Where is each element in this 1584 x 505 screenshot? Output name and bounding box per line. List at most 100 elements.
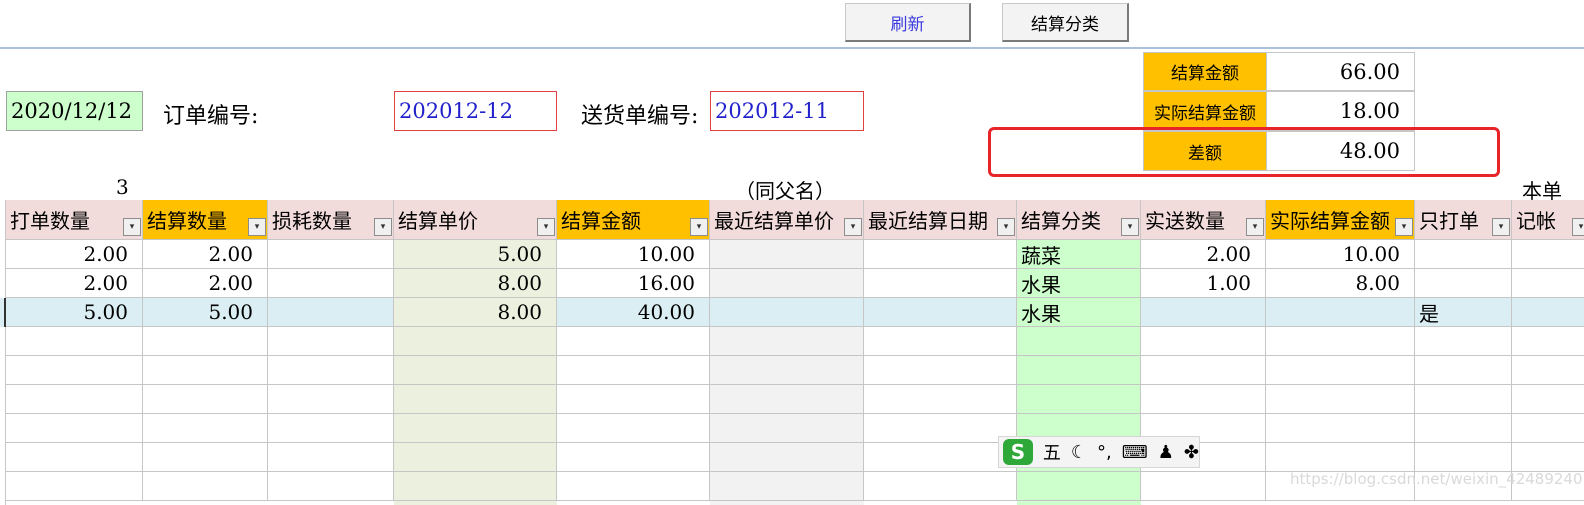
cell-delivered-qty[interactable]: [1141, 298, 1266, 327]
filter-dropdown-icon[interactable]: ▾: [1121, 218, 1139, 236]
cell-recent-date[interactable]: [864, 414, 1017, 443]
cell-bookkeeping[interactable]: [1512, 443, 1584, 472]
cell-print-qty[interactable]: [6, 356, 143, 385]
cell-settle-category[interactable]: [1017, 472, 1141, 501]
cell-settle-price[interactable]: 8.00: [394, 298, 557, 327]
cell-settle-amount[interactable]: 16.00: [557, 269, 710, 298]
user-icon[interactable]: ♟: [1158, 442, 1174, 463]
cell-settle-qty[interactable]: 2.00: [143, 269, 268, 298]
cell-delivered-qty[interactable]: [1141, 472, 1266, 501]
keyboard-icon[interactable]: ⌨: [1122, 442, 1148, 463]
cell-loss-qty[interactable]: [268, 385, 394, 414]
cell-actual-amount[interactable]: 10.00: [1266, 240, 1415, 269]
filter-dropdown-icon[interactable]: ▾: [248, 218, 266, 236]
cell-settle-category[interactable]: 水果: [1017, 269, 1141, 298]
punctuation-icon[interactable]: °,: [1097, 442, 1112, 463]
cell-recent-price[interactable]: [710, 443, 864, 472]
header-recent-date[interactable]: 最近结算日期: [864, 200, 1017, 240]
cell-delivered-qty[interactable]: 1.00: [1141, 269, 1266, 298]
filter-dropdown-icon[interactable]: ▾: [844, 218, 862, 236]
ime-mode-label[interactable]: 五: [1043, 439, 1061, 465]
cell-bookkeeping[interactable]: [1512, 385, 1584, 414]
cell-actual-amount[interactable]: [1266, 298, 1415, 327]
header-recent-price[interactable]: 最近结算单价: [710, 200, 864, 240]
cell-recent-price[interactable]: [710, 269, 864, 298]
cell-print-qty[interactable]: [6, 385, 143, 414]
cell-print-qty[interactable]: [6, 443, 143, 472]
cell-bookkeeping[interactable]: [1512, 414, 1584, 443]
cell-settle-amount[interactable]: 10.00: [557, 240, 710, 269]
cell-print-only[interactable]: [1415, 240, 1512, 269]
cell-settle-category[interactable]: [1017, 385, 1141, 414]
cell-print-qty[interactable]: 5.00: [6, 298, 143, 327]
cell-print-only[interactable]: [1415, 269, 1512, 298]
cell-loss-qty[interactable]: [268, 327, 394, 356]
cell-settle-amount[interactable]: [557, 327, 710, 356]
order-no-field[interactable]: 202012-12: [394, 91, 557, 131]
cell-bookkeeping[interactable]: [1512, 298, 1584, 327]
filter-dropdown-icon[interactable]: ▾: [690, 218, 708, 236]
header-actual-amount[interactable]: 实际结算金额: [1266, 200, 1415, 240]
header-settle-amount[interactable]: 结算金额: [557, 200, 710, 240]
cell-settle-price[interactable]: 8.00: [394, 269, 557, 298]
cell-print-only[interactable]: [1415, 414, 1512, 443]
cell-delivered-qty[interactable]: 2.00: [1141, 240, 1266, 269]
cell-print-qty[interactable]: [6, 472, 143, 501]
cell-settle-qty[interactable]: [143, 327, 268, 356]
filter-dropdown-icon[interactable]: ▾: [1572, 218, 1584, 236]
cell-print-only[interactable]: [1415, 443, 1512, 472]
cell-settle-amount[interactable]: [557, 414, 710, 443]
cell-settle-price[interactable]: [394, 327, 557, 356]
cell-print-only[interactable]: 是: [1415, 298, 1512, 327]
cell-settle-qty[interactable]: [143, 472, 268, 501]
cell-print-only[interactable]: [1415, 385, 1512, 414]
cell-settle-price[interactable]: [394, 472, 557, 501]
cell-print-qty[interactable]: [6, 327, 143, 356]
cell-bookkeeping[interactable]: [1512, 240, 1584, 269]
cell-settle-price[interactable]: 5.00: [394, 240, 557, 269]
cell-settle-qty[interactable]: 5.00: [143, 298, 268, 327]
cell-delivered-qty[interactable]: [1141, 327, 1266, 356]
cell-actual-amount[interactable]: [1266, 327, 1415, 356]
ime-logo-icon[interactable]: S: [1003, 439, 1033, 465]
cell-bookkeeping[interactable]: [1512, 327, 1584, 356]
header-settle-price[interactable]: 结算单价: [394, 200, 557, 240]
cell-print-qty[interactable]: [6, 414, 143, 443]
cell-settle-category[interactable]: 水果: [1017, 298, 1141, 327]
cell-recent-price[interactable]: [710, 298, 864, 327]
classify-button[interactable]: 结算分类: [1002, 3, 1129, 42]
grid-icon[interactable]: ✤: [1184, 442, 1199, 463]
cell-settle-qty[interactable]: [143, 443, 268, 472]
date-field[interactable]: 2020/12/12: [6, 91, 143, 131]
cell-settle-qty[interactable]: [143, 414, 268, 443]
cell-recent-date[interactable]: [864, 240, 1017, 269]
filter-dropdown-icon[interactable]: ▾: [1492, 218, 1510, 236]
cell-delivered-qty[interactable]: [1141, 356, 1266, 385]
cell-settle-amount[interactable]: [557, 356, 710, 385]
summary-value-actual-amount[interactable]: 18.00: [1266, 91, 1415, 131]
cell-recent-price[interactable]: [710, 472, 864, 501]
cell-recent-price[interactable]: [710, 385, 864, 414]
cell-actual-amount[interactable]: [1266, 385, 1415, 414]
cell-loss-qty[interactable]: [268, 472, 394, 501]
cell-actual-amount[interactable]: [1266, 443, 1415, 472]
cell-loss-qty[interactable]: [268, 298, 394, 327]
cell-actual-amount[interactable]: [1266, 414, 1415, 443]
cell-settle-amount[interactable]: 40.00: [557, 298, 710, 327]
cell-recent-date[interactable]: [864, 269, 1017, 298]
cell-loss-qty[interactable]: [268, 414, 394, 443]
cell-settle-price[interactable]: [394, 443, 557, 472]
refresh-button[interactable]: 刷新: [845, 3, 971, 42]
cell-print-only[interactable]: [1415, 327, 1512, 356]
filter-dropdown-icon[interactable]: ▾: [123, 218, 141, 236]
cell-recent-date[interactable]: [864, 327, 1017, 356]
cell-settle-amount[interactable]: [557, 385, 710, 414]
cell-recent-price[interactable]: [710, 327, 864, 356]
cell-recent-date[interactable]: [864, 472, 1017, 501]
cell-recent-date[interactable]: [864, 356, 1017, 385]
cell-settle-qty[interactable]: 2.00: [143, 240, 268, 269]
cell-settle-amount[interactable]: [557, 472, 710, 501]
filter-dropdown-icon[interactable]: ▾: [997, 218, 1015, 236]
cell-settle-category[interactable]: [1017, 327, 1141, 356]
cell-recent-price[interactable]: [710, 414, 864, 443]
